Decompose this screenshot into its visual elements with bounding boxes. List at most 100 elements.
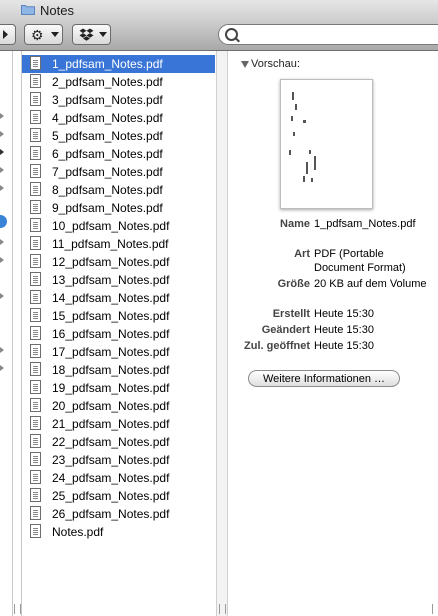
pdf-file-icon [30,380,41,394]
file-row[interactable]: Notes.pdf [22,523,215,541]
file-row[interactable]: 21_pdfsam_Notes.pdf [22,415,215,433]
file-name: 5_pdfsam_Notes.pdf [52,129,163,143]
toolbar: ⚙ [0,20,438,51]
forward-arrow-icon [3,30,8,39]
pdf-file-icon [30,236,41,250]
pdf-file-icon [30,272,41,286]
column-resize-grip[interactable] [432,604,438,614]
file-name: 18_pdfsam_Notes.pdf [52,363,170,377]
file-row[interactable]: 4_pdfsam_Notes.pdf [22,109,215,127]
pdf-file-icon [30,218,41,232]
handwriting-mark [289,150,291,155]
handwriting-mark [303,120,306,123]
pdf-file-icon [30,110,41,124]
parent-column[interactable] [0,51,12,616]
handwriting-mark [293,132,295,136]
file-row[interactable]: 10_pdfsam_Notes.pdf [22,217,215,235]
window-titlebar: Notes [0,0,438,20]
file-row[interactable]: 19_pdfsam_Notes.pdf [22,379,215,397]
file-row[interactable]: 18_pdfsam_Notes.pdf [22,361,215,379]
dropbox-menu-button[interactable] [72,24,111,45]
file-name: 17_pdfsam_Notes.pdf [52,345,170,359]
file-name: 6_pdfsam_Notes.pdf [52,147,163,161]
file-name: 13_pdfsam_Notes.pdf [52,273,170,287]
chevron-down-icon [51,32,59,37]
pdf-file-icon [30,344,41,358]
file-row[interactable]: 17_pdfsam_Notes.pdf [22,343,215,361]
file-row[interactable]: 2_pdfsam_Notes.pdf [22,73,215,91]
handwriting-mark [303,176,305,182]
column-resize-grip[interactable] [14,604,21,614]
info-value: Heute 15:30 [314,324,374,336]
file-row[interactable]: 9_pdfsam_Notes.pdf [22,199,215,217]
preview-column: Vorschau: Name 1_pdfsam_Notes.pdf Art PDF (… [229,51,438,616]
column-scrollbar[interactable] [216,51,228,616]
pdf-file-icon [30,182,41,196]
file-list-column[interactable]: 1_pdfsam_Notes.pdf 2_pdfsam_Notes.pdf 3_pd… [22,51,215,616]
file-row[interactable]: 8_pdfsam_Notes.pdf [22,181,215,199]
file-row[interactable]: 13_pdfsam_Notes.pdf [22,271,215,289]
disclosure-triangle-icon[interactable] [241,61,249,68]
info-key: Zul. geöffnet [244,340,310,352]
disclosure-arrow-icon [0,257,4,263]
info-value: Heute 15:30 [314,308,374,320]
file-row[interactable]: 6_pdfsam_Notes.pdf [22,145,215,163]
search-input[interactable] [241,27,438,43]
file-name: 12_pdfsam_Notes.pdf [52,255,170,269]
file-row[interactable]: 16_pdfsam_Notes.pdf [22,325,215,343]
pdf-file-icon [30,506,41,520]
selected-folder-marker [0,215,7,228]
search-icon [225,28,238,41]
disclosure-arrow-icon [0,149,4,155]
gear-icon: ⚙ [31,27,44,43]
file-row[interactable]: 14_pdfsam_Notes.pdf [22,289,215,307]
file-row[interactable]: 23_pdfsam_Notes.pdf [22,451,215,469]
pdf-file-icon [30,254,41,268]
file-row[interactable]: 3_pdfsam_Notes.pdf [22,91,215,109]
file-row[interactable]: 15_pdfsam_Notes.pdf [22,307,215,325]
file-name: 16_pdfsam_Notes.pdf [52,327,170,341]
file-row[interactable]: 1_pdfsam_Notes.pdf [22,55,215,73]
pdf-file-icon [30,416,41,430]
file-name: 25_pdfsam_Notes.pdf [52,489,170,503]
pdf-file-icon [30,434,41,448]
disclosure-arrow-icon [0,185,4,191]
disclosure-arrow-icon [0,347,4,353]
info-value: 1_pdfsam_Notes.pdf [314,218,416,230]
handwriting-mark [311,178,313,182]
file-row[interactable]: 5_pdfsam_Notes.pdf [22,127,215,145]
action-menu-button[interactable]: ⚙ [24,24,63,45]
file-name: Notes.pdf [52,525,104,539]
file-row[interactable]: 20_pdfsam_Notes.pdf [22,397,215,415]
file-name: 15_pdfsam_Notes.pdf [52,309,170,323]
info-key: Art [294,248,310,260]
column-resize-grip[interactable] [219,604,226,614]
search-field[interactable] [218,24,438,45]
file-name: 2_pdfsam_Notes.pdf [52,75,163,89]
pdf-file-icon [30,326,41,340]
window-title: Notes [40,3,74,18]
handwriting-mark [309,150,311,154]
file-row[interactable]: 24_pdfsam_Notes.pdf [22,469,215,487]
handwriting-mark [295,104,297,110]
pdf-file-icon [30,308,41,322]
file-row[interactable]: 11_pdfsam_Notes.pdf [22,235,215,253]
column-divider[interactable] [12,51,13,616]
info-key: Name [280,218,310,230]
pdf-file-icon [30,488,41,502]
disclosure-arrow-icon [0,293,4,299]
disclosure-arrow-icon [0,131,4,137]
file-row[interactable]: 7_pdfsam_Notes.pdf [22,163,215,181]
file-row[interactable]: 25_pdfsam_Notes.pdf [22,487,215,505]
handwriting-mark [314,156,316,170]
file-name: 14_pdfsam_Notes.pdf [52,291,170,305]
file-row[interactable]: 22_pdfsam_Notes.pdf [22,433,215,451]
info-key: Größe [277,278,310,290]
file-row[interactable]: 12_pdfsam_Notes.pdf [22,253,215,271]
preview-thumbnail [280,79,373,209]
more-info-button[interactable]: Weitere Informationen … [248,370,400,387]
file-name: 20_pdfsam_Notes.pdf [52,399,170,413]
forward-button[interactable] [0,24,16,45]
pdf-file-icon [30,74,41,88]
file-row[interactable]: 26_pdfsam_Notes.pdf [22,505,215,523]
